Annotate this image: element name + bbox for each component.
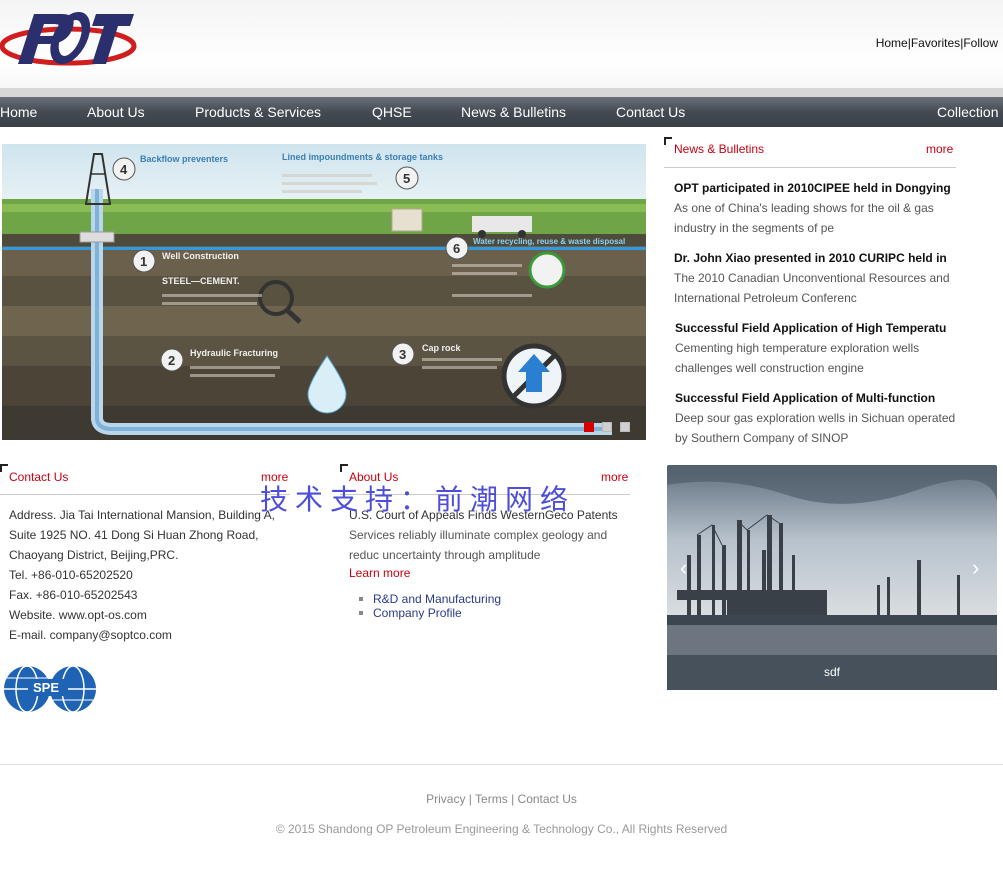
nav-contact-us[interactable]: Contact Us	[616, 104, 685, 120]
contact-email[interactable]: E-mail. company@soptco.com	[9, 625, 275, 645]
slider-dot-1[interactable]	[584, 422, 594, 432]
contact-website[interactable]: Website. www.opt-os.com	[9, 605, 275, 625]
news-item[interactable]: Successful Field Application of Multi-fu…	[675, 388, 975, 448]
footer-divider	[0, 764, 1003, 765]
news-item[interactable]: OPT participated in 2010CIPEE held in Do…	[674, 178, 974, 238]
chevron-left-icon[interactable]: ‹	[680, 555, 687, 581]
label-steel-cement: STEEL—CEMENT.	[162, 276, 240, 286]
about-more-link[interactable]: more	[601, 470, 628, 484]
opt-logo[interactable]	[0, 8, 140, 70]
top-link-home[interactable]: Home	[876, 36, 908, 50]
main-nav: Home About Us Products & Services QHSE N…	[0, 97, 1003, 127]
slider-dot-3[interactable]	[620, 422, 630, 432]
nav-home[interactable]: Home	[0, 104, 37, 120]
top-link-follow[interactable]: Follow	[963, 36, 998, 50]
link-rd-manufacturing[interactable]: R&D and Manufacturing	[373, 592, 501, 606]
chevron-right-icon[interactable]: ›	[972, 555, 979, 581]
news-item-desc: Cementing high temperature exploration w…	[675, 341, 920, 375]
news-item-desc: The 2010 Canadian Unconventional Resourc…	[674, 271, 950, 305]
news-more-link[interactable]: more	[926, 142, 953, 156]
contact-tel: Tel. +86-010-65202520	[9, 568, 133, 582]
about-links: R&D and Manufacturing Company Profile	[359, 592, 501, 620]
top-link-favorites[interactable]: Favorites	[911, 36, 960, 50]
learn-more-link[interactable]: Learn more	[349, 566, 410, 580]
footer-links: Privacy | Terms | Contact Us	[0, 792, 1003, 806]
footer-link-privacy[interactable]: Privacy	[426, 792, 465, 806]
news-item[interactable]: Successful Field Application of High Tem…	[675, 318, 975, 378]
step-1-number: 1	[140, 254, 147, 269]
separator: |	[511, 792, 515, 806]
label-impoundments: Lined impoundments & storage tanks	[282, 152, 443, 162]
nav-about-us[interactable]: About Us	[87, 104, 145, 120]
contact-address-1: Address. Jia Tai International Mansion, …	[9, 508, 275, 522]
divider	[0, 494, 290, 495]
banner-slider[interactable]: 4 5 1 6 2 3 Backflow preventers Lined im…	[2, 144, 646, 440]
link-company-profile[interactable]: Company Profile	[373, 606, 462, 620]
label-water-recycling: Water recycling, reuse & waste disposal	[473, 237, 625, 246]
news-heading: News & Bulletins	[674, 142, 765, 156]
label-backflow: Backflow preventers	[140, 154, 228, 164]
news-item-desc: Deep sour gas exploration wells in Sichu…	[675, 411, 956, 445]
header-divider	[0, 88, 1003, 97]
corner-mark	[0, 464, 8, 472]
news-item[interactable]: Dr. John Xiao presented in 2010 CURIPC h…	[674, 248, 974, 308]
news-item-title[interactable]: Dr. John Xiao presented in 2010 CURIPC h…	[674, 248, 974, 268]
slider-dot-2[interactable]	[602, 422, 612, 432]
contact-fax: Fax. +86-010-65202543	[9, 588, 138, 602]
news-item-title[interactable]: Successful Field Application of Multi-fu…	[675, 388, 975, 408]
svg-text:SPE: SPE	[33, 680, 59, 695]
nav-news-bulletins[interactable]: News & Bulletins	[461, 104, 566, 120]
contact-details: Address. Jia Tai International Mansion, …	[9, 505, 275, 645]
nav-qhse[interactable]: QHSE	[372, 104, 412, 120]
label-well-construction: Well Construction	[162, 251, 239, 261]
footer-link-contact[interactable]: Contact Us	[518, 792, 577, 806]
step-2-number: 2	[168, 353, 175, 368]
fracking-infographic: 4 5 1 6 2 3 Backflow preventers Lined im…	[2, 144, 646, 440]
nav-products-services[interactable]: Products & Services	[195, 104, 321, 120]
about-desc: Services reliably illuminate complex geo…	[349, 528, 608, 562]
step-3-number: 3	[399, 347, 406, 362]
news-item-desc: As one of China's leading shows for the …	[674, 201, 934, 235]
copyright-text: © 2015 Shandong OP Petroleum Engineering…	[275, 822, 728, 836]
label-hydraulic-fracturing: Hydraulic Fracturing	[190, 348, 278, 358]
list-item: Company Profile	[359, 606, 501, 620]
contact-address-3: Chaoyang District, Beijing,PRC.	[9, 548, 179, 562]
step-6-number: 6	[453, 241, 460, 256]
label-cap-rock: Cap rock	[422, 343, 462, 353]
contact-heading: Contact Us	[9, 470, 69, 484]
news-item-title[interactable]: OPT participated in 2010CIPEE held in Do…	[674, 178, 974, 198]
list-item: R&D and Manufacturing	[359, 592, 501, 606]
footer-link-terms[interactable]: Terms	[475, 792, 508, 806]
divider	[664, 167, 956, 168]
corner-mark	[664, 137, 672, 145]
separator: |	[468, 792, 472, 806]
contact-address-2: Suite 1925 NO. 41 Dong Si Huan Zhong Roa…	[9, 528, 259, 542]
news-item-title[interactable]: Successful Field Application of High Tem…	[675, 318, 975, 338]
photo-caption: sdf	[667, 655, 997, 690]
spe-international-logo[interactable]: SPE	[3, 664, 97, 714]
nav-collection[interactable]: Collection	[937, 104, 998, 120]
step-5-number: 5	[403, 171, 410, 186]
top-links: Home|Favorites|Follow	[876, 36, 998, 50]
corner-mark	[340, 464, 348, 472]
site-header: Home|Favorites|Follow	[0, 0, 1003, 88]
step-4-number: 4	[120, 162, 128, 177]
watermark-text: 技术支持：前潮网络	[260, 483, 576, 516]
